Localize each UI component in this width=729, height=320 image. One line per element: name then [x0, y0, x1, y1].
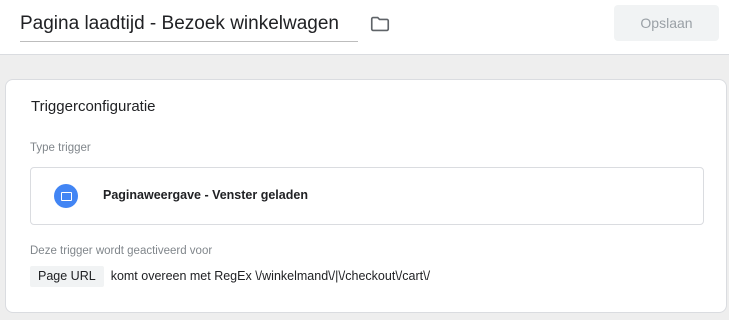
- card-title: Triggerconfiguratie: [31, 98, 156, 115]
- variable-chip: Page URL: [30, 265, 104, 287]
- trigger-name-input[interactable]: Pagina laadtijd - Bezoek winkelwagen: [20, 10, 358, 42]
- trigger-configuration-card[interactable]: Triggerconfiguratie Type trigger Paginaw…: [5, 79, 727, 313]
- save-button[interactable]: Opslaan: [614, 5, 719, 41]
- trigger-type-selector[interactable]: Paginaweergave - Venster geladen: [30, 167, 704, 225]
- folder-icon[interactable]: [369, 13, 391, 35]
- trigger-type-label: Type trigger: [30, 142, 91, 154]
- condition-text: komt overeen met RegEx \/winkelmand\/|\/…: [110, 269, 431, 283]
- fires-on-label: Deze trigger wordt geactiveerd voor: [30, 245, 213, 257]
- top-bar: Pagina laadtijd - Bezoek winkelwagen Ops…: [0, 0, 729, 55]
- trigger-condition: Page URL komt overeen met RegEx \/winkel…: [30, 265, 430, 287]
- pageview-icon: [54, 184, 78, 208]
- trigger-type-value: Paginaweergave - Venster geladen: [103, 188, 308, 202]
